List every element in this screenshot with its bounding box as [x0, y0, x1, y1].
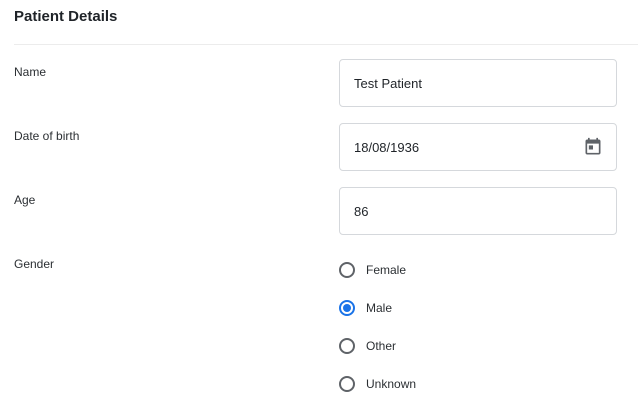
name-field[interactable]	[339, 59, 617, 107]
age-label: Age	[14, 193, 36, 207]
age-input[interactable]	[354, 203, 604, 219]
name-input[interactable]	[354, 75, 604, 91]
dob-field[interactable]	[339, 123, 617, 171]
dob-label: Date of birth	[14, 129, 80, 143]
dob-input[interactable]	[354, 139, 582, 155]
patient-details-form: Patient Details Name Date of birth Age G…	[0, 0, 638, 401]
radio-button[interactable]	[339, 262, 355, 278]
age-field[interactable]	[339, 187, 617, 235]
radio-label: Unknown	[366, 377, 417, 391]
header-divider	[14, 44, 638, 45]
radio-button[interactable]	[339, 338, 355, 354]
name-label: Name	[14, 65, 47, 79]
gender-option-female[interactable]: Female	[339, 262, 406, 278]
radio-label: Female	[366, 263, 407, 277]
calendar-icon[interactable]	[582, 136, 604, 158]
radio-label: Male	[366, 301, 393, 315]
gender-option-other[interactable]: Other	[339, 338, 396, 354]
radio-button[interactable]	[339, 376, 355, 392]
radio-label: Other	[366, 339, 397, 353]
page-title: Patient Details	[14, 8, 118, 25]
gender-label: Gender	[14, 257, 55, 271]
gender-option-male[interactable]: Male	[339, 300, 392, 316]
radio-button-selected[interactable]	[339, 300, 355, 316]
gender-option-unknown[interactable]: Unknown	[339, 376, 416, 392]
